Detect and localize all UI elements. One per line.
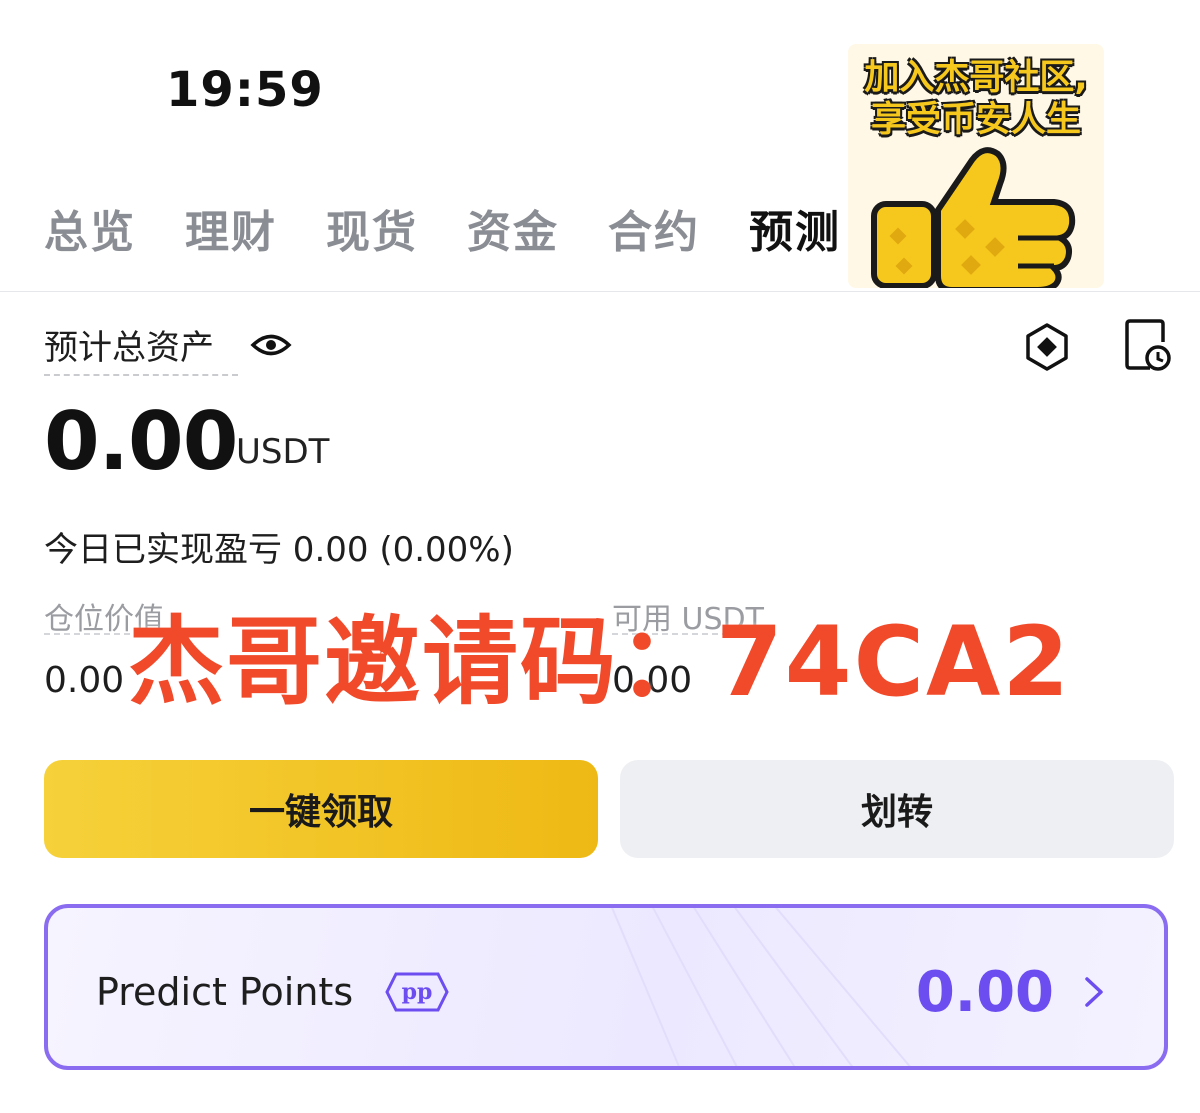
transfer-button[interactable]: 划转 xyxy=(620,760,1174,858)
claim-all-button[interactable]: 一键领取 xyxy=(44,760,598,858)
tab-funding[interactable]: 资金 xyxy=(467,196,559,260)
predict-points-title: Predict Points xyxy=(96,970,354,1014)
thumbs-up-icon xyxy=(871,147,1076,288)
position-value: 0.00 xyxy=(44,660,125,701)
tab-overview[interactable]: 总览 xyxy=(44,196,136,260)
tab-spot[interactable]: 现货 xyxy=(326,196,418,260)
asset-label-underline xyxy=(44,374,238,376)
tab-bar: 总览 理财 现货 资金 合约 预测 xyxy=(0,196,850,266)
predict-points-value: 0.00 xyxy=(915,960,1054,1025)
pp-badge-text: pp xyxy=(402,979,433,1005)
tab-earn[interactable]: 理财 xyxy=(185,196,277,260)
tab-prediction[interactable]: 预测 xyxy=(749,196,841,260)
sticker-line-2: 享受币安人生 xyxy=(870,100,1081,140)
eye-icon[interactable] xyxy=(250,326,292,364)
history-clock-icon[interactable] xyxy=(1124,318,1172,372)
hexagon-icon[interactable] xyxy=(1024,322,1070,372)
tab-futures[interactable]: 合约 xyxy=(608,196,700,260)
promo-sticker: 加入杰哥社区, 享受币安人生 xyxy=(848,44,1104,288)
balance-unit: USDT xyxy=(236,432,330,472)
sticker-line-1: 加入杰哥社区, xyxy=(864,58,1088,98)
estimated-assets-label[interactable]: 预计总资产 xyxy=(44,320,214,369)
predict-points-card[interactable]: Predict Points pp 0.00 xyxy=(44,904,1168,1070)
status-time: 19:59 xyxy=(166,62,324,118)
pp-badge-icon: pp xyxy=(385,972,449,1012)
tab-divider xyxy=(0,291,1200,292)
today-realized-pnl: 今日已实现盈亏 0.00 (0.00%) xyxy=(44,530,514,570)
chevron-right-icon xyxy=(1085,977,1103,1007)
total-balance: 0.00 xyxy=(44,395,238,488)
invite-code-watermark: 杰哥邀请码：74CA2 xyxy=(128,606,1072,718)
